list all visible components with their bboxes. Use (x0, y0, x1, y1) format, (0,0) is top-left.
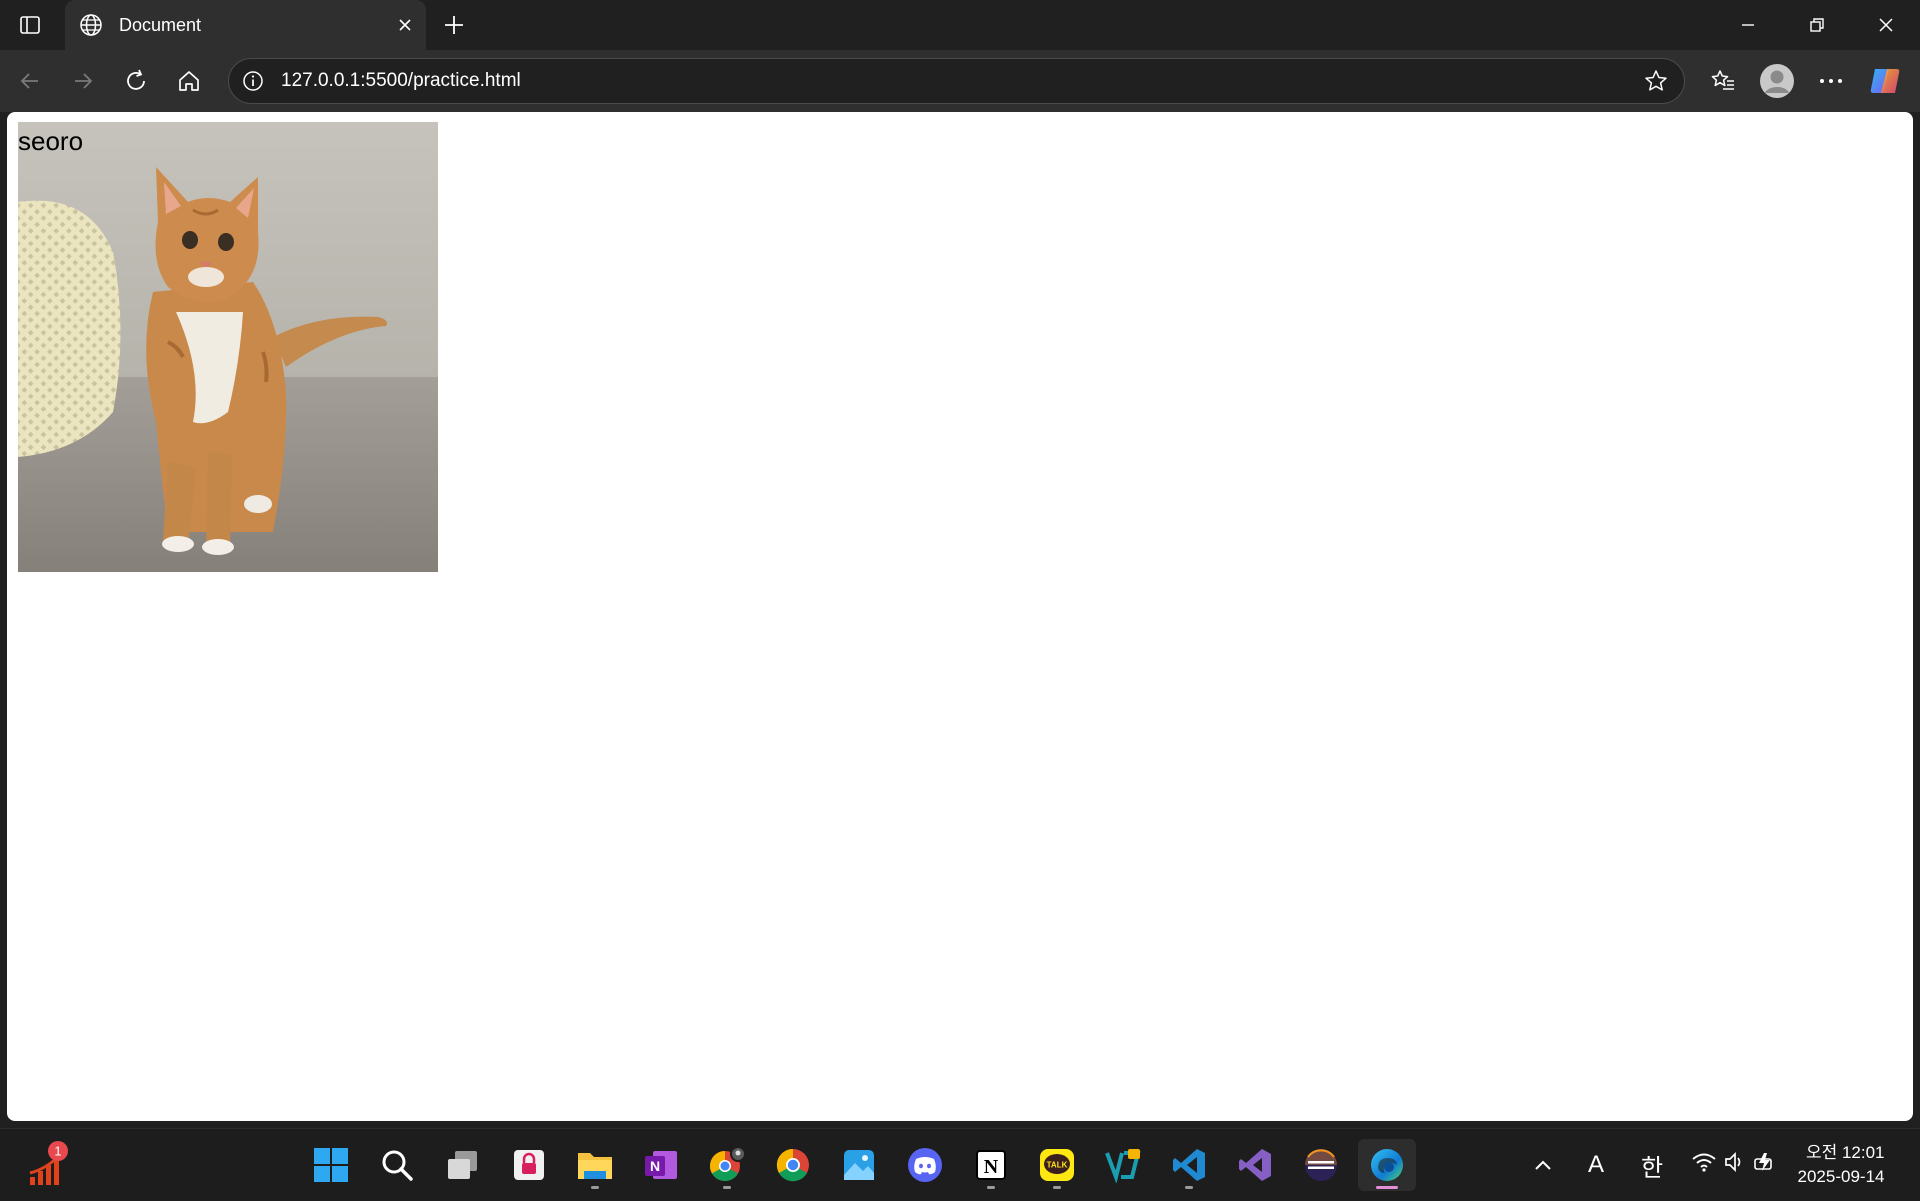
minimize-icon[interactable] (1713, 0, 1782, 50)
edge-icon[interactable] (1358, 1139, 1416, 1191)
page-content: seoro (18, 122, 438, 572)
ime-mode-indicator[interactable]: A (1568, 1129, 1624, 1201)
notion-icon[interactable]: N (962, 1139, 1020, 1191)
refresh-icon[interactable] (116, 61, 156, 101)
running-indicator (591, 1186, 599, 1189)
svg-text:TALK: TALK (1047, 1161, 1068, 1170)
eclipse-icon[interactable] (1292, 1139, 1350, 1191)
back-icon[interactable] (10, 61, 50, 101)
tab-bar: Document (0, 0, 1920, 50)
running-indicator (723, 1186, 731, 1189)
running-indicator (1185, 1186, 1193, 1189)
clock-time: 오전 12:01 (1805, 1143, 1885, 1162)
copilot-icon[interactable] (1858, 56, 1912, 106)
running-indicator (1053, 1186, 1061, 1189)
forward-icon[interactable] (63, 61, 103, 101)
svg-text:N: N (650, 1158, 660, 1174)
favorite-star-icon[interactable] (1638, 63, 1674, 99)
photos-icon[interactable] (830, 1139, 888, 1191)
page-text: seoro (18, 126, 84, 156)
tab-title: Document (119, 14, 202, 35)
vs-app-icon[interactable] (1094, 1139, 1152, 1191)
toolbar-right (1696, 50, 1920, 112)
new-tab-icon[interactable] (437, 8, 471, 42)
cat-image (18, 122, 438, 572)
tab-actions-icon[interactable] (9, 4, 51, 46)
battery-charging-icon (1753, 1151, 1779, 1180)
ime-language-indicator[interactable]: 한 (1624, 1129, 1680, 1201)
taskbar: 1 N N TALK A 한 오전 12:01 2025-09-14 (0, 1128, 1920, 1200)
home-icon[interactable] (169, 61, 209, 101)
close-window-icon[interactable] (1851, 0, 1920, 50)
profile-avatar[interactable] (1750, 56, 1804, 106)
page-viewport: seoro (7, 112, 1913, 1121)
lock-app-icon[interactable] (500, 1139, 558, 1191)
file-explorer-icon[interactable] (566, 1139, 624, 1191)
wifi-icon (1691, 1151, 1717, 1180)
svg-text:N: N (984, 1156, 999, 1178)
onenote-icon[interactable]: N (632, 1139, 690, 1191)
system-tray: A 한 오전 12:01 2025-09-14 (1518, 1129, 1920, 1201)
discord-icon[interactable] (896, 1139, 954, 1191)
window-controls (1713, 0, 1920, 50)
notification-badge: 1 (54, 1144, 61, 1159)
clock[interactable]: 오전 12:01 2025-09-14 (1790, 1129, 1920, 1201)
browser-toolbar: 127.0.0.1:5500/practice.html (0, 50, 1920, 112)
site-info-icon[interactable] (240, 68, 266, 94)
globe-icon (78, 12, 104, 38)
start-icon[interactable] (302, 1139, 360, 1191)
close-tab-icon[interactable] (390, 10, 420, 40)
signal-widget-icon[interactable]: 1 (26, 1139, 76, 1189)
favorites-icon[interactable] (1696, 56, 1750, 106)
taskbar-apps: N N TALK (302, 1139, 1424, 1191)
chrome-icon[interactable] (764, 1139, 822, 1191)
volume-icon (1723, 1151, 1747, 1180)
running-indicator (987, 1186, 995, 1189)
kakaotalk-icon[interactable]: TALK (1028, 1139, 1086, 1191)
vscode-icon[interactable] (1160, 1139, 1218, 1191)
address-bar[interactable]: 127.0.0.1:5500/practice.html (228, 58, 1685, 104)
browser-tab[interactable]: Document (65, 0, 426, 50)
restore-icon[interactable] (1782, 0, 1851, 50)
visual-studio-icon[interactable] (1226, 1139, 1284, 1191)
more-menu-icon[interactable] (1804, 56, 1858, 106)
running-indicator (1376, 1186, 1398, 1189)
chrome-profile-icon[interactable] (698, 1139, 756, 1191)
chevron-up-icon[interactable] (1518, 1129, 1568, 1201)
url-text[interactable]: 127.0.0.1:5500/practice.html (281, 70, 1638, 92)
quick-settings[interactable] (1680, 1129, 1790, 1201)
search-icon[interactable] (368, 1139, 426, 1191)
task-view-icon[interactable] (434, 1139, 492, 1191)
clock-date: 2025-09-14 (1797, 1167, 1885, 1186)
